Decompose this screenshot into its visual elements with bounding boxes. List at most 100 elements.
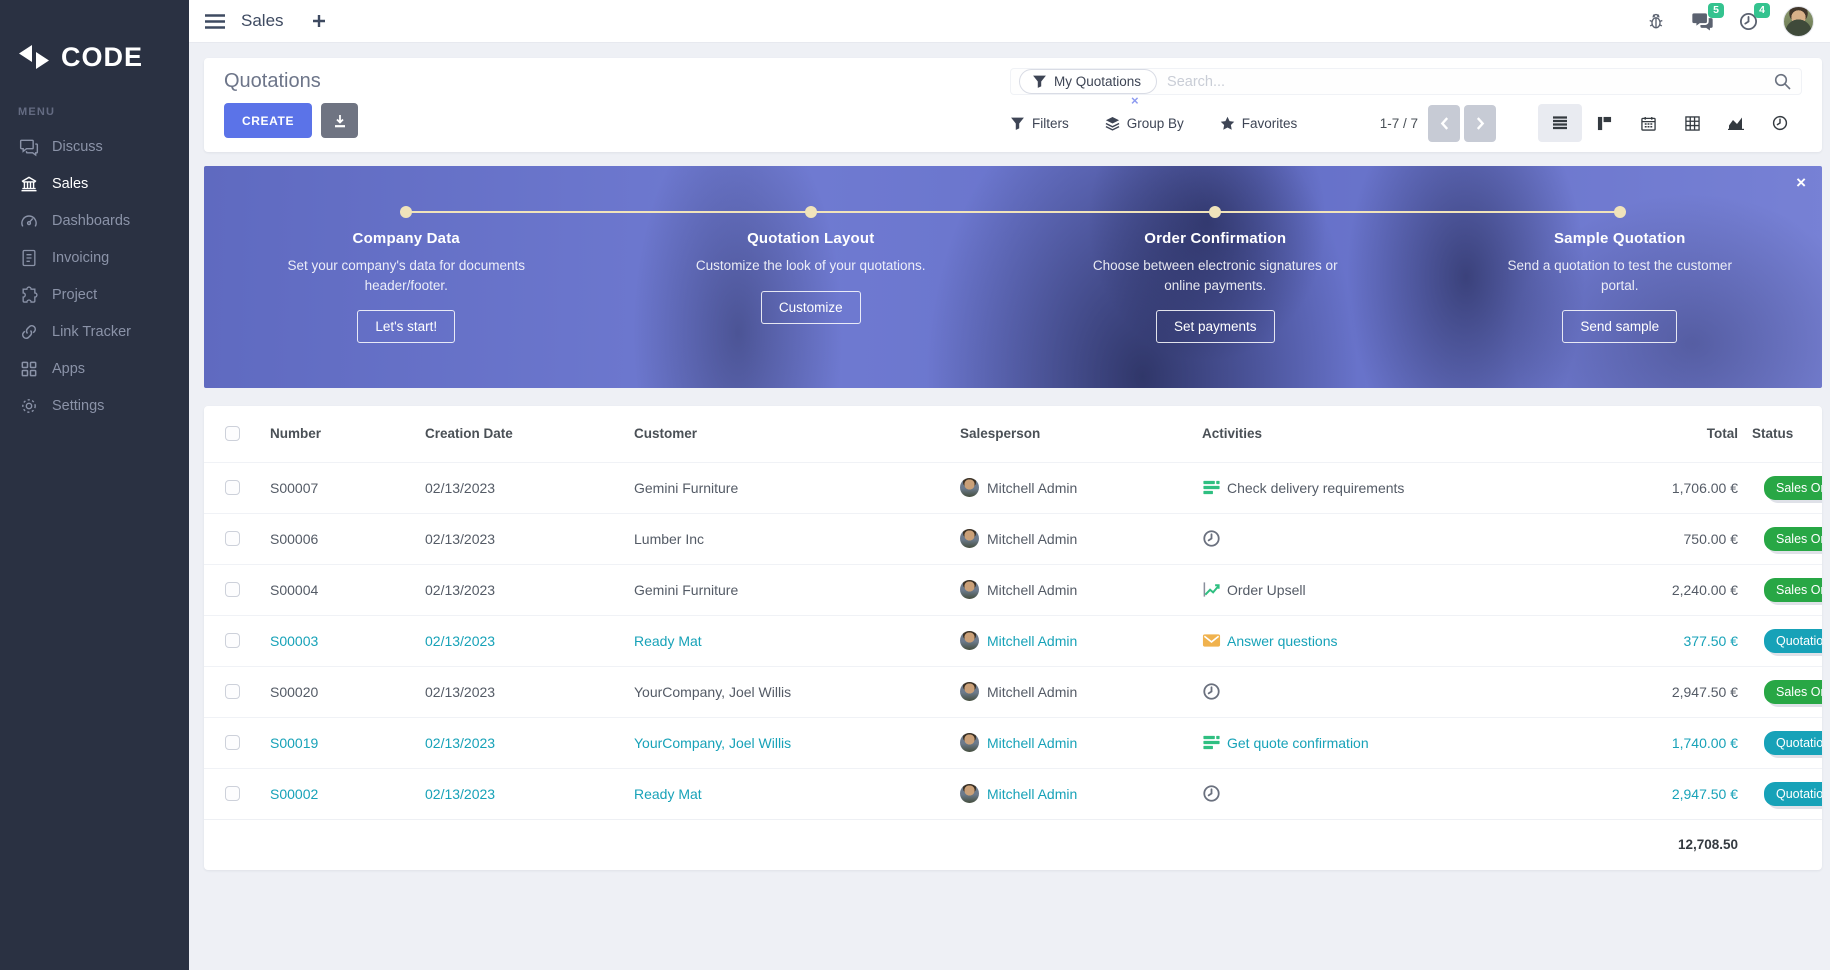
onboarding-step-title: Company Data <box>352 230 460 247</box>
status-badge: Sales Order <box>1764 475 1822 500</box>
row-checkbox[interactable] <box>225 480 240 495</box>
sidebar-item-label: Apps <box>52 360 86 377</box>
onboarding-step-title: Sample Quotation <box>1553 230 1686 247</box>
salesperson-avatar <box>960 529 979 548</box>
graph-view-icon <box>1728 117 1744 130</box>
create-button[interactable]: CREATE <box>224 103 313 138</box>
group-by-button[interactable]: Group By <box>1105 116 1184 131</box>
quotation-row[interactable]: S00004 02/13/2023 Gemini Furniture Mitch… <box>204 563 1822 615</box>
column-header-creation-date[interactable]: Creation Date <box>419 406 628 462</box>
sidebar-item[interactable]: Sales <box>0 165 189 202</box>
cell-salesperson: Mitchell Admin <box>987 734 1078 751</box>
row-checkbox[interactable] <box>225 786 240 801</box>
cell-total: 750.00 € <box>1541 512 1746 564</box>
filters-button[interactable]: Filters <box>1010 116 1069 131</box>
cell-creation-date: 02/13/2023 <box>419 767 628 819</box>
discuss-icon <box>19 137 39 157</box>
activity-cell[interactable]: Order Upsell <box>1202 580 1535 599</box>
activity-cell[interactable]: Get quote confirmation <box>1202 733 1535 752</box>
export-button[interactable] <box>321 103 359 138</box>
quotation-row[interactable]: S00020 02/13/2023 YourCompany, Joel Will… <box>204 665 1822 717</box>
mail-activity-icon <box>1202 631 1221 650</box>
brand-logo[interactable]: CODE <box>0 0 189 88</box>
sidebar-item[interactable]: Invoicing <box>0 239 189 276</box>
pager-previous-button[interactable] <box>1428 104 1460 142</box>
sidebar-item[interactable]: Dashboards <box>0 202 189 239</box>
sidebar-item[interactable]: Settings <box>0 387 189 424</box>
search-facet-my-quotations[interactable]: My Quotations <box>1019 69 1158 94</box>
activity-cell[interactable]: Answer questions <box>1202 631 1535 650</box>
cell-customer: Lumber Inc <box>628 512 954 564</box>
chart-activity-icon <box>1202 580 1221 599</box>
row-checkbox[interactable] <box>225 582 240 597</box>
column-header-activities[interactable]: Activities <box>1196 406 1541 462</box>
select-all-checkbox[interactable] <box>225 426 240 442</box>
search-icon[interactable] <box>1774 73 1791 90</box>
view-graph-button[interactable] <box>1714 104 1758 142</box>
onboarding-step-button[interactable]: Let's start! <box>357 310 456 344</box>
row-checkbox[interactable] <box>225 735 240 750</box>
sidebar-item[interactable]: Project <box>0 276 189 313</box>
salesperson-avatar <box>960 580 979 599</box>
column-header-salesperson[interactable]: Salesperson <box>954 406 1196 462</box>
view-kanban-button[interactable] <box>1582 104 1626 142</box>
activity-cell[interactable] <box>1202 529 1535 548</box>
quotations-table-card: Number Creation Date Customer Salesperso… <box>204 406 1822 870</box>
sales-icon <box>19 174 39 194</box>
quotation-row[interactable]: S00006 02/13/2023 Lumber Inc Mitchell Ad… <box>204 512 1822 564</box>
pivot-view-icon <box>1684 115 1700 131</box>
bug-icon[interactable] <box>1645 10 1667 32</box>
activities-icon[interactable]: 4 <box>1737 3 1770 32</box>
activity-cell[interactable] <box>1202 682 1535 701</box>
column-header-status[interactable]: Status <box>1746 406 1822 462</box>
sidebar-item[interactable]: Link Tracker <box>0 313 189 350</box>
quotation-row[interactable]: S00003 02/13/2023 Ready Mat Mitchell Adm… <box>204 614 1822 666</box>
search-bar[interactable]: My Quotations × <box>1010 68 1802 107</box>
banner-close-icon[interactable]: × <box>1796 174 1806 191</box>
sidebar: CODE MENU Discuss Sales Dashboards Invoi… <box>0 0 189 970</box>
onboarding-step-button[interactable]: Send sample <box>1562 310 1678 344</box>
onboarding-step-button[interactable]: Customize <box>760 290 861 324</box>
cell-creation-date: 02/13/2023 <box>419 614 628 666</box>
column-header-customer[interactable]: Customer <box>628 406 954 462</box>
tab-sales[interactable]: Sales <box>241 11 284 31</box>
column-header-total[interactable]: Total <box>1541 406 1746 462</box>
sidebar-item[interactable]: Discuss <box>0 128 189 165</box>
add-tab-icon[interactable] <box>312 14 326 28</box>
apps-icon <box>19 359 39 379</box>
facet-remove-icon[interactable]: × <box>1131 94 1139 107</box>
user-avatar[interactable] <box>1783 5 1814 37</box>
onboarding-step: Company Data Set your company's data for… <box>204 166 609 388</box>
search-input[interactable] <box>1167 73 1774 90</box>
view-calendar-button[interactable] <box>1626 104 1670 142</box>
quotation-row[interactable]: S00002 02/13/2023 Ready Mat Mitchell Adm… <box>204 767 1822 819</box>
onboarding-step: Quotation Layout Customize the look of y… <box>609 166 1014 388</box>
row-checkbox[interactable] <box>225 684 240 699</box>
view-activity-button[interactable] <box>1758 104 1802 142</box>
hamburger-menu-icon[interactable] <box>205 13 225 29</box>
quotation-row[interactable]: S00007 02/13/2023 Gemini Furniture Mitch… <box>204 461 1822 513</box>
status-badge: Quotation <box>1764 730 1822 755</box>
sidebar-item-label: Sales <box>52 175 89 192</box>
cell-customer: YourCompany, Joel Willis <box>628 716 954 768</box>
activity-cell[interactable] <box>1202 784 1535 803</box>
row-checkbox[interactable] <box>225 531 240 546</box>
timeline-dot <box>1209 206 1222 218</box>
view-list-button[interactable] <box>1538 104 1582 142</box>
clock-activity-icon <box>1202 784 1221 803</box>
messages-icon[interactable]: 5 <box>1691 3 1724 32</box>
sidebar-item[interactable]: Apps <box>0 350 189 387</box>
status-badge: Quotation <box>1764 628 1822 653</box>
column-header-number[interactable]: Number <box>264 406 419 462</box>
favorites-button[interactable]: Favorites <box>1220 116 1297 131</box>
view-switcher <box>1538 104 1802 142</box>
pager-next-button[interactable] <box>1464 104 1496 142</box>
timeline-dot <box>804 206 817 218</box>
quotation-row[interactable]: S00019 02/13/2023 YourCompany, Joel Will… <box>204 716 1822 768</box>
activity-cell[interactable]: Check delivery requirements <box>1202 478 1535 497</box>
onboarding-step-button[interactable]: Set payments <box>1155 310 1275 344</box>
cell-total: 2,947.50 € <box>1541 665 1746 717</box>
salesperson-avatar <box>960 733 979 752</box>
row-checkbox[interactable] <box>225 633 240 648</box>
view-pivot-button[interactable] <box>1670 104 1714 142</box>
